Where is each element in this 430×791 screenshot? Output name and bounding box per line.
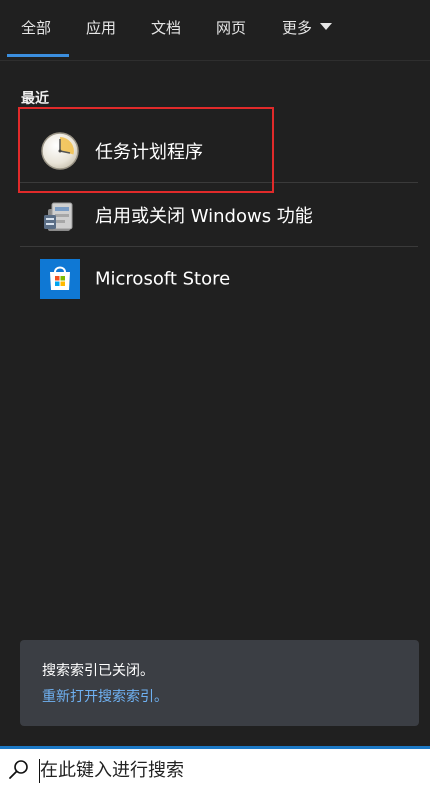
tab-all[interactable]: 全部: [21, 17, 51, 38]
recent-item-label: 任务计划程序: [95, 142, 203, 163]
notice-text: 搜索索引已关闭。: [42, 663, 154, 679]
windows-features-icon: [44, 202, 73, 231]
text-cursor: [39, 759, 40, 783]
search-index-notice: 搜索索引已关闭。 重新打开搜索索引。: [20, 640, 419, 726]
list-divider: [20, 182, 418, 183]
active-tab-indicator: [7, 54, 69, 57]
tab-more-label: 更多: [282, 19, 313, 37]
search-input[interactable]: [38, 755, 420, 785]
tab-documents[interactable]: 文档: [151, 17, 181, 38]
task-scheduler-clock-icon: [41, 132, 79, 170]
recent-section-title: 最近: [21, 91, 49, 107]
tab-more[interactable]: 更多: [282, 17, 333, 38]
search-icon: [9, 760, 28, 779]
tab-apps[interactable]: 应用: [86, 17, 116, 38]
taskbar-search-box[interactable]: [0, 746, 430, 791]
chevron-down-icon: [320, 23, 333, 30]
recent-item-windows-features[interactable]: 启用或关闭 Windows 功能: [20, 184, 418, 246]
recent-item-label: Microsoft Store: [95, 268, 231, 290]
tab-web[interactable]: 网页: [216, 17, 246, 38]
search-panel: 全部 应用 文档 网页 更多 最近 任务计划程序 启用或关闭 Windows 功…: [0, 0, 430, 746]
list-divider: [20, 246, 418, 247]
tab-bar: 全部 应用 文档 网页 更多: [0, 0, 430, 60]
recent-item-task-scheduler[interactable]: 任务计划程序: [20, 120, 418, 182]
recent-item-label: 启用或关闭 Windows 功能: [95, 206, 313, 227]
microsoft-store-icon: [40, 259, 80, 299]
recent-item-microsoft-store[interactable]: Microsoft Store: [20, 248, 418, 310]
tabs-divider: [0, 60, 430, 61]
reenable-index-link[interactable]: 重新打开搜索索引。: [42, 686, 168, 706]
